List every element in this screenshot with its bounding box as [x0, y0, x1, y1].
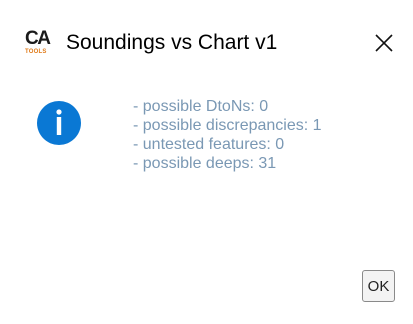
dialog-body: - possible DtoNs: 0 - possible discrepan… [0, 94, 413, 324]
logo-text: CA [25, 28, 51, 49]
window-title: Soundings vs Chart v1 [66, 31, 278, 54]
message-dialog: CA TOOLS Soundings vs Chart v1 - possibl… [0, 0, 413, 324]
message-line-untested: - untested features: 0 [133, 136, 285, 153]
logo-subtext: TOOLS [25, 49, 47, 55]
close-icon [375, 34, 393, 52]
message-text: - possible DtoNs: 0 - possible discrepan… [133, 97, 413, 173]
message-line-discrepancies: - possible discrepancies: 1 [133, 117, 322, 134]
ca-tools-logo: CA TOOLS [25, 29, 55, 59]
ok-button[interactable]: OK [362, 270, 395, 302]
message-line-dtons: - possible DtoNs: 0 [133, 98, 269, 115]
close-button[interactable] [364, 24, 404, 62]
title-bar: CA TOOLS Soundings vs Chart v1 [0, 0, 413, 94]
message-line-deeps: - possible deeps: 31 [133, 155, 277, 172]
info-icon [37, 101, 81, 145]
